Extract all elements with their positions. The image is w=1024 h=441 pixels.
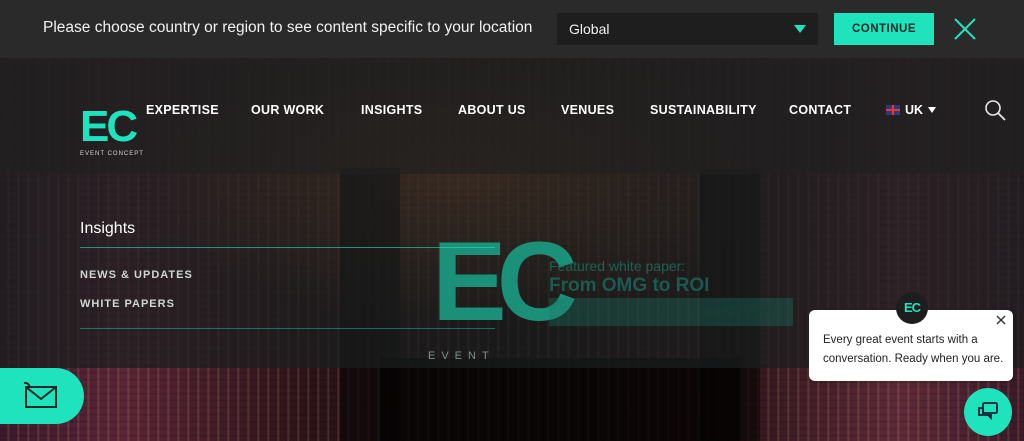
menu-link-news-updates[interactable]: NEWS & UPDATES	[80, 269, 193, 281]
read-more-link[interactable]: READ MORE	[705, 305, 778, 317]
nav-item-about-us[interactable]: ABOUT US	[458, 103, 526, 117]
uk-flag-icon	[886, 105, 900, 115]
country-selector-bar: Please choose country or region to see c…	[0, 0, 1024, 58]
country-prompt: Please choose country or region to see c…	[43, 19, 533, 36]
insights-menu-divider-bottom	[80, 328, 495, 329]
language-selector[interactable]: UK	[886, 103, 937, 117]
continue-button[interactable]: CONTINUE	[834, 13, 934, 45]
region-select[interactable]: Global	[557, 13, 818, 45]
featured-logo-word: EVENT	[428, 350, 495, 362]
region-select-value: Global	[569, 21, 610, 37]
logo-mark: EC	[80, 102, 138, 151]
chat-launcher-button[interactable]	[964, 388, 1012, 436]
chevron-down-icon	[794, 25, 806, 33]
close-icon[interactable]	[995, 314, 1007, 326]
chat-avatar: EC	[896, 292, 928, 324]
chat-icon	[978, 402, 998, 421]
site-logo[interactable]: EC EVENT CONCEPT	[80, 102, 144, 158]
caret-down-icon	[928, 107, 937, 113]
insights-menu-divider	[80, 247, 495, 248]
nav-item-expertise[interactable]: EXPERTISE	[146, 103, 219, 117]
language-label: UK	[905, 103, 924, 117]
close-icon[interactable]	[953, 17, 977, 41]
nav-item-our-work[interactable]: OUR WORK	[251, 103, 324, 117]
search-icon[interactable]	[984, 99, 1006, 121]
nav-item-venues[interactable]: VENUES	[561, 103, 614, 117]
chat-message: Every great event starts with a conversa…	[823, 334, 1004, 365]
featured-kicker: Featured white paper:	[549, 258, 686, 274]
envelope-phone-icon	[23, 381, 57, 408]
featured-logo-mark: EC	[432, 219, 578, 344]
menu-link-white-papers[interactable]: WHITE PAPERS	[80, 298, 175, 310]
hero-floor	[380, 358, 740, 441]
featured-title: From OMG to ROI	[549, 275, 710, 296]
nav-item-sustainability[interactable]: SUSTAINABILITY	[650, 103, 757, 117]
insights-menu-title: Insights	[80, 220, 136, 237]
nav-item-insights[interactable]: INSIGHTS	[361, 103, 422, 117]
logo-subtitle: EVENT CONCEPT	[80, 151, 144, 157]
nav-item-contact[interactable]: CONTACT	[789, 103, 851, 117]
